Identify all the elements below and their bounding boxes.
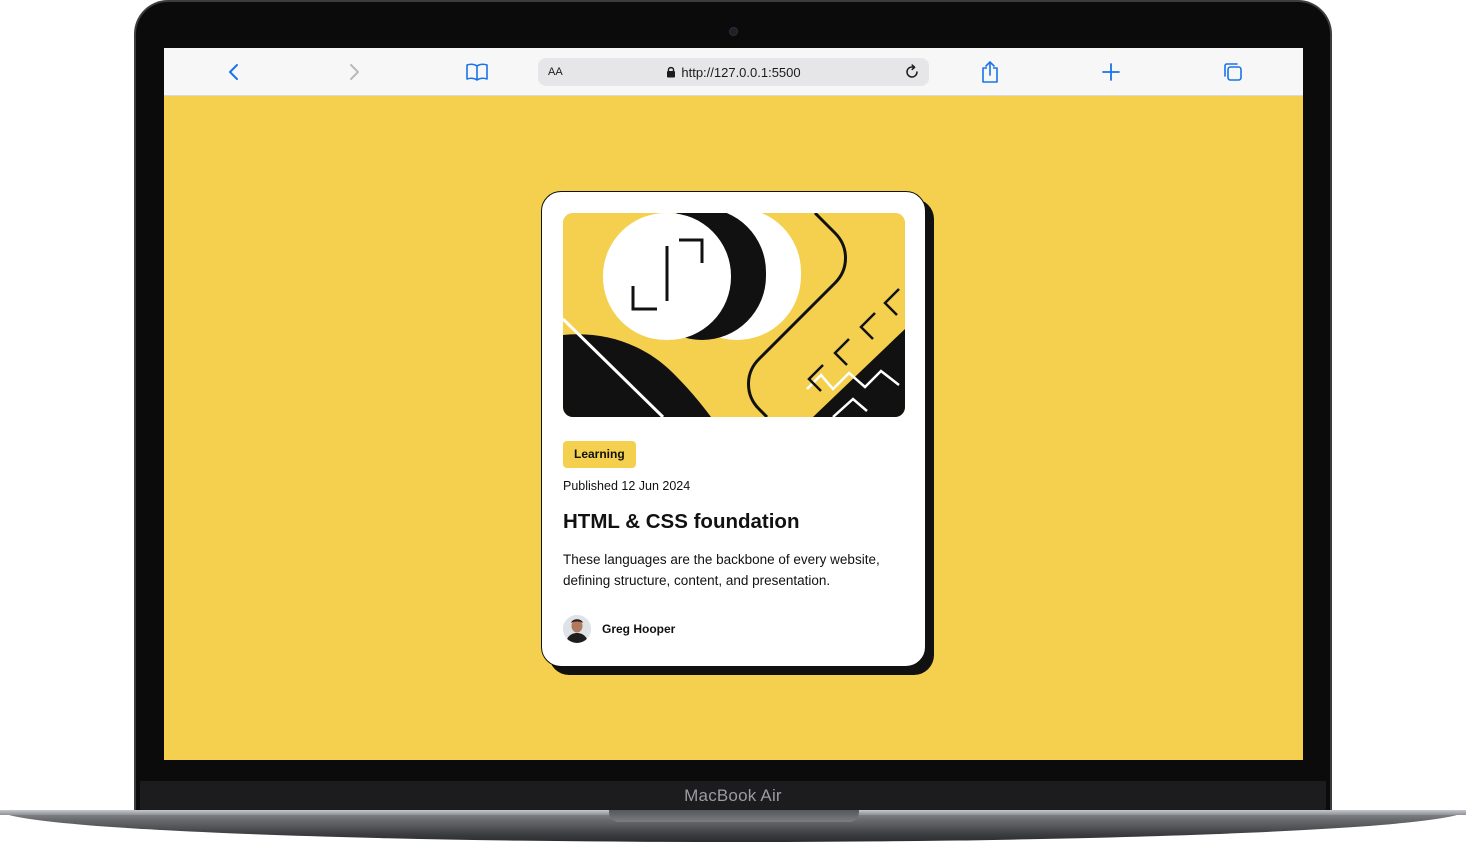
published-date: Published 12 Jun 2024 — [563, 479, 691, 493]
category-badge: Learning — [563, 441, 636, 468]
card-illustration — [563, 213, 905, 417]
card-description: These languages are the backbone of ever… — [563, 552, 880, 588]
camera-icon — [729, 27, 738, 36]
url-container: http://127.0.0.1:5500 — [538, 58, 929, 86]
reload-icon[interactable] — [901, 61, 923, 83]
avatar — [563, 615, 591, 643]
card-title[interactable]: HTML & CSS foundation — [563, 510, 799, 534]
browser-toolbar: AA http://127.0.0.1:5500 — [164, 48, 1303, 96]
tabs-icon[interactable] — [1221, 60, 1245, 84]
lock-icon — [666, 63, 676, 82]
chevron-right-icon[interactable] — [342, 60, 366, 84]
share-icon[interactable] — [978, 60, 1002, 84]
plus-icon[interactable] — [1099, 60, 1123, 84]
chevron-left-icon[interactable] — [222, 60, 246, 84]
url-text[interactable]: http://127.0.0.1:5500 — [681, 65, 800, 80]
author-name: Greg Hooper — [602, 622, 676, 636]
author-info: Greg Hooper — [563, 614, 675, 644]
book-icon[interactable] — [465, 60, 489, 84]
browser-screen: AA http://127.0.0.1:5500 Learning Publis… — [164, 48, 1303, 760]
laptop-notch — [609, 810, 859, 822]
blog-preview-card: Learning Published 12 Jun 2024 HTML & CS… — [541, 191, 926, 667]
laptop-model-label: MacBook Air — [684, 786, 782, 805]
address-bar[interactable]: AA http://127.0.0.1:5500 — [538, 58, 929, 86]
